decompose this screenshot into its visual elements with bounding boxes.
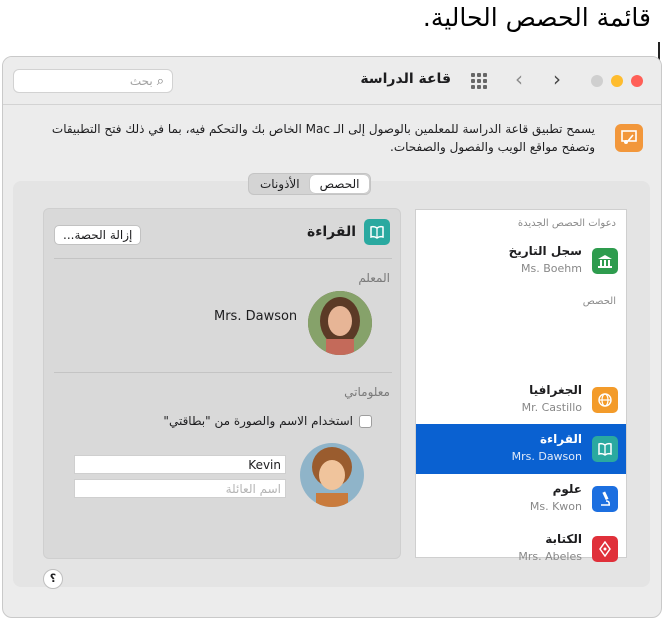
list-item-title: علوم	[552, 482, 582, 496]
teacher-name: Mrs. Dawson	[214, 309, 298, 324]
book-icon	[592, 436, 618, 462]
last-name-field[interactable]: اسم العائلة	[74, 479, 286, 498]
remove-class-button[interactable]: إزالة الحصة...	[54, 225, 142, 245]
teacher-section-label: المعلم	[358, 271, 390, 285]
list-item-title: القراءة	[539, 432, 582, 446]
teacher-avatar	[308, 291, 372, 355]
callout-label: قائمة الحصص الحالية.	[422, 3, 651, 32]
list-item-teacher: Mr. Castillo	[521, 401, 582, 414]
minimize-button[interactable]	[611, 75, 623, 87]
classroom-app-icon	[615, 124, 643, 152]
tab-permissions[interactable]: الأذونات	[250, 175, 310, 193]
preferences-window: ⌕ بحث قاعة الدراسة ‹ › يسمح تطبيق قاعة ا…	[2, 56, 662, 618]
list-item-teacher: Mrs. Abeles	[518, 550, 582, 563]
search-field[interactable]: ⌕ بحث	[13, 69, 173, 93]
use-my-card-checkbox[interactable]	[359, 414, 372, 428]
invitations-header: دعوات الحصص الجديدة	[517, 218, 616, 229]
list-item-title: الكتابة	[545, 532, 582, 546]
list-item-title: الجغرافيا	[529, 383, 582, 397]
list-item-geography[interactable]: الجغرافيا Mr. Castillo	[416, 375, 626, 425]
search-icon: ⌕	[156, 73, 164, 89]
divider	[54, 258, 392, 259]
museum-icon	[592, 248, 618, 274]
tab-bar: الحصص الأذونات	[248, 173, 372, 195]
chevron-left-icon[interactable]: ‹	[515, 67, 523, 91]
list-item-title: سجل التاريخ	[508, 244, 582, 258]
book-icon	[364, 219, 390, 245]
list-item-science[interactable]: علوم Ms. Kwon	[416, 474, 626, 524]
search-placeholder: بحث	[129, 74, 153, 88]
window-controls	[591, 75, 643, 87]
show-all-grid-icon[interactable]	[471, 73, 487, 89]
class-title: القراءة	[306, 224, 356, 240]
close-button[interactable]	[631, 75, 643, 87]
divider	[54, 372, 392, 373]
use-my-card-label: استخدام الاسم والصورة من "بطاقتي"	[163, 414, 353, 428]
student-avatar[interactable]	[300, 443, 364, 507]
class-detail-panel: القراءة إزالة الحصة... المعلم Mrs. Dawso…	[43, 208, 401, 559]
tab-classes[interactable]: الحصص	[309, 175, 370, 193]
class-list: دعوات الحصص الجديدة سجل التاريخ Ms. Boeh…	[415, 209, 627, 563]
class-header: القراءة	[307, 219, 390, 245]
first-name-field[interactable]: Kevin	[74, 455, 286, 474]
microscope-icon	[592, 486, 618, 512]
titlebar: ⌕ بحث قاعة الدراسة ‹ ›	[3, 57, 661, 105]
zoom-button[interactable]	[591, 75, 603, 87]
list-item-writing[interactable]: الكتابة Mrs. Abeles	[416, 524, 626, 574]
description-text: يسمح تطبيق قاعة الدراسة للمعلمين بالوصول…	[51, 122, 595, 154]
list-item-teacher: Mrs. Dawson	[511, 450, 582, 463]
use-my-card-option[interactable]: استخدام الاسم والصورة من "بطاقتي"	[163, 414, 372, 428]
my-info-section-label: معلوماتي	[344, 385, 390, 399]
chevron-right-icon[interactable]: ›	[553, 67, 561, 91]
classes-header: الحصص	[582, 296, 616, 307]
list-item-reading[interactable]: القراءة Mrs. Dawson	[416, 424, 626, 474]
description-area: يسمح تطبيق قاعة الدراسة للمعلمين بالوصول…	[3, 113, 661, 173]
help-button[interactable]: ؟	[43, 569, 63, 589]
globe-icon	[592, 387, 618, 413]
list-item-teacher: Ms. Boehm	[521, 262, 582, 275]
pen-icon	[592, 536, 618, 562]
pane-title: قاعة الدراسة	[360, 71, 451, 87]
list-item-teacher: Ms. Kwon	[529, 500, 582, 513]
list-item-history[interactable]: سجل التاريخ Ms. Boehm	[416, 236, 626, 286]
